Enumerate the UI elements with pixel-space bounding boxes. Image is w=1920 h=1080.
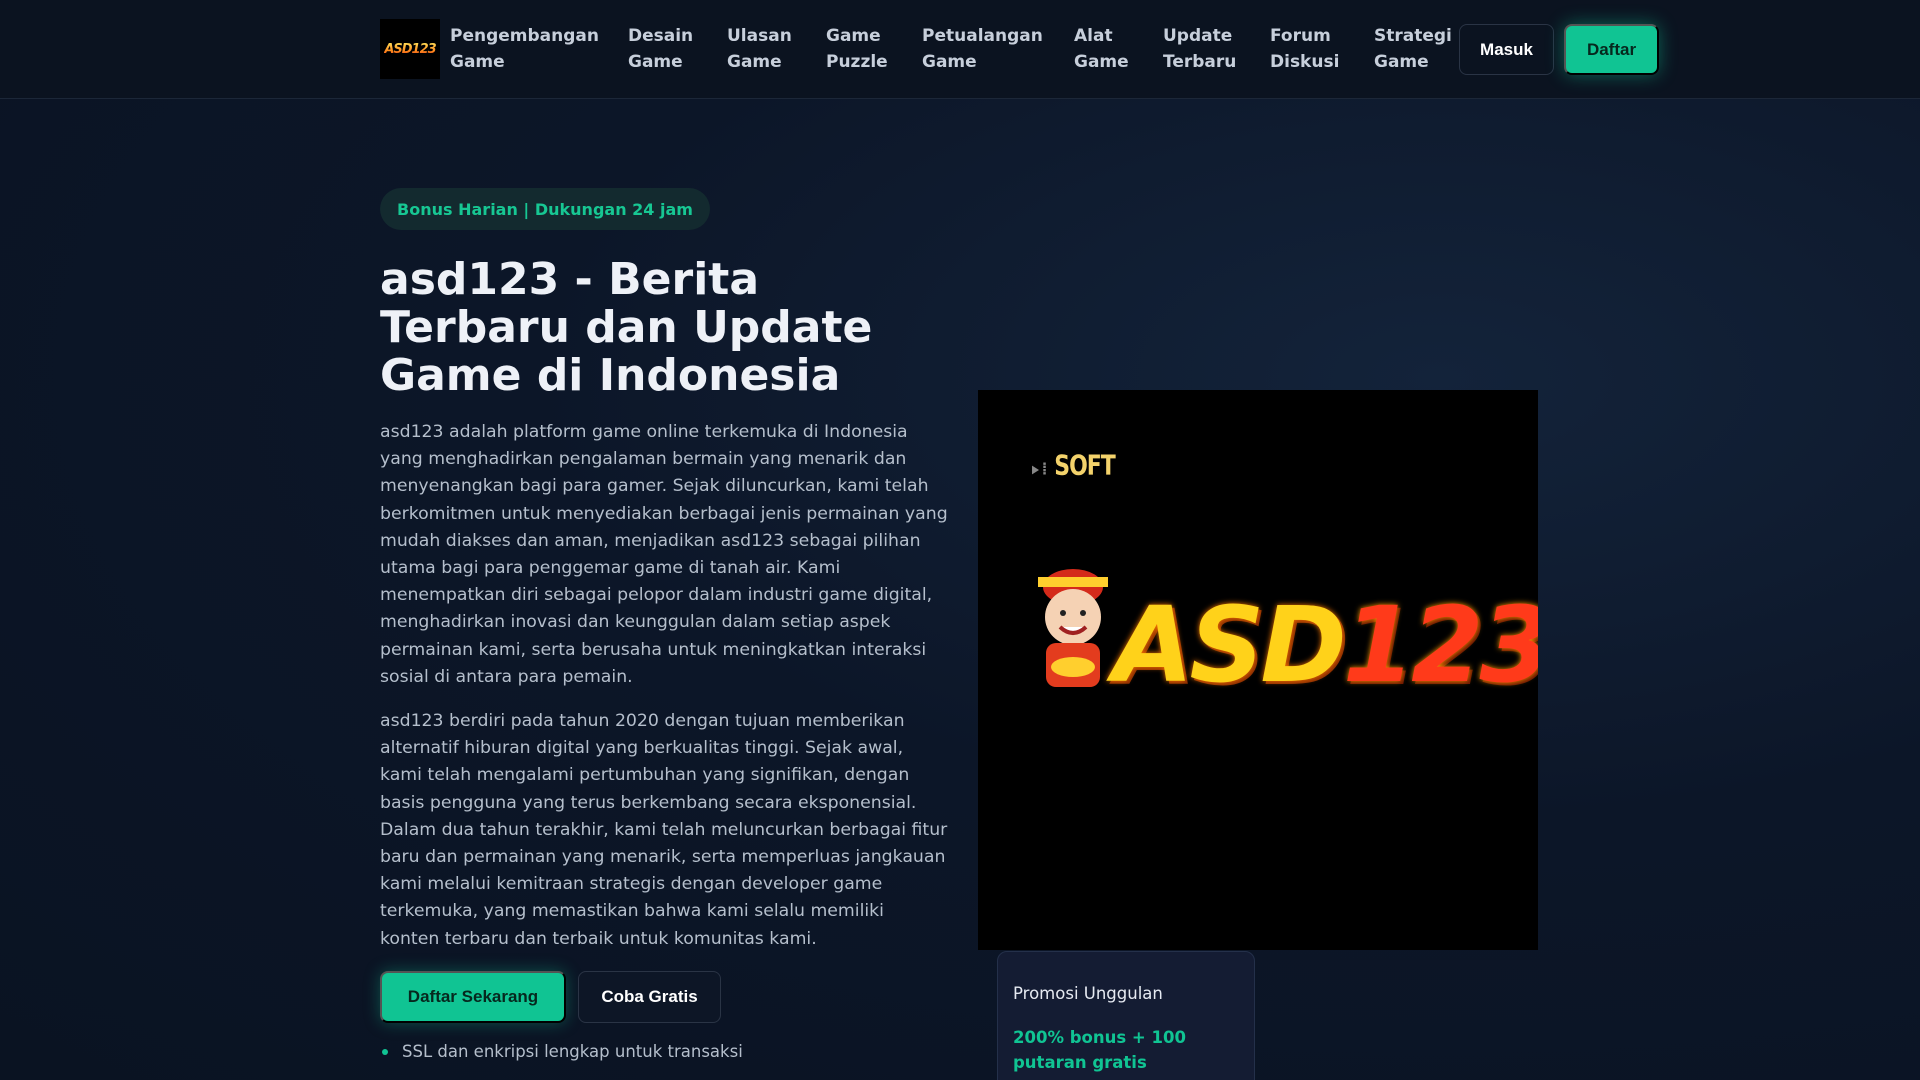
- brand-part-asd: ASD: [1113, 584, 1347, 706]
- nav-item-forum-diskusi[interactable]: Forum Diskusi: [1270, 23, 1339, 75]
- soft-logo-text: SOFT: [1054, 450, 1116, 483]
- play-icon: ▸ ⁞: [1032, 459, 1047, 480]
- page-background: [0, 0, 1920, 1080]
- feature-bullet: SSL dan enkripsi lengkap untuk transaksi: [380, 1042, 743, 1061]
- nav-label: Game: [727, 52, 782, 72]
- nav-label: Strategi: [1374, 26, 1452, 46]
- bullet-dot-icon: [382, 1048, 388, 1055]
- nav-item-pengembangan-game[interactable]: Pengembangan Game: [450, 23, 599, 75]
- hero-image: ▸ ⁞ SOFT ASD123: [978, 390, 1538, 950]
- nav-label: Petualangan: [922, 26, 1043, 46]
- nav-label: Game: [826, 26, 881, 46]
- history-paragraph: asd123 berdiri pada tahun 2020 dengan tu…: [380, 711, 948, 949]
- nav-item-update-terbaru[interactable]: Update Terbaru: [1163, 23, 1236, 75]
- intro-paragraph: asd123 adalah platform game online terke…: [380, 422, 948, 687]
- nav-label: Desain: [628, 26, 694, 46]
- nav-label: Forum: [1270, 26, 1331, 46]
- nav-label: Diskusi: [1270, 52, 1340, 72]
- nav-item-petualangan-game[interactable]: Petualangan Game: [922, 23, 1043, 75]
- nav-label: Game: [450, 52, 505, 72]
- nav-item-desain-game[interactable]: Desain Game: [628, 23, 693, 75]
- nav-item-game-puzzle[interactable]: Game Puzzle: [826, 23, 888, 75]
- promo-value: 200% bonus + 100 putaran gratis: [1013, 1028, 1186, 1072]
- nav-label: Game: [1374, 52, 1429, 72]
- feature-bullet-text: SSL dan enkripsi lengkap untuk transaksi: [402, 1042, 743, 1061]
- page-title: asd123 - Berita Terbaru dan Update Game …: [380, 254, 873, 401]
- nav-label: Ulasan: [727, 26, 792, 46]
- promo-card: Promosi Unggulan 200% bonus + 100 putara…: [997, 951, 1255, 1080]
- brand-part-number: 123: [1342, 584, 1538, 706]
- site-logo[interactable]: ASD123: [380, 19, 440, 79]
- nav-label: Game: [922, 52, 977, 72]
- nav-item-ulasan-game[interactable]: Ulasan Game: [727, 23, 792, 75]
- try-free-button[interactable]: Coba Gratis: [578, 971, 721, 1023]
- promo-badge: Bonus Harian | Dukungan 24 jam: [380, 188, 710, 230]
- nav-label: Alat: [1074, 26, 1113, 46]
- brand-logo: ASD123: [1113, 590, 1538, 700]
- nav-item-alat-game[interactable]: Alat Game: [1074, 23, 1129, 75]
- nav-label: Puzzle: [826, 52, 888, 72]
- nav-label: Game: [1074, 52, 1129, 72]
- site-header: ASD123 Pengembangan Game Desain Game Ula…: [0, 0, 1920, 99]
- nav-item-strategi-game[interactable]: Strategi Game: [1374, 23, 1452, 75]
- register-button[interactable]: Daftar: [1564, 24, 1659, 75]
- nav-label: Game: [628, 52, 683, 72]
- logo-text: ASD123: [384, 41, 436, 57]
- nav-label: Pengembangan: [450, 26, 599, 46]
- mascot-icon: [1038, 569, 1108, 687]
- promo-label: Promosi Unggulan: [1013, 984, 1163, 1003]
- login-button[interactable]: Masuk: [1459, 24, 1554, 75]
- register-now-button[interactable]: Daftar Sekarang: [380, 971, 566, 1023]
- nav-label: Terbaru: [1163, 52, 1237, 72]
- nav-label: Update: [1163, 26, 1233, 46]
- soft-logo: ▸ ⁞ SOFT: [1032, 450, 1116, 483]
